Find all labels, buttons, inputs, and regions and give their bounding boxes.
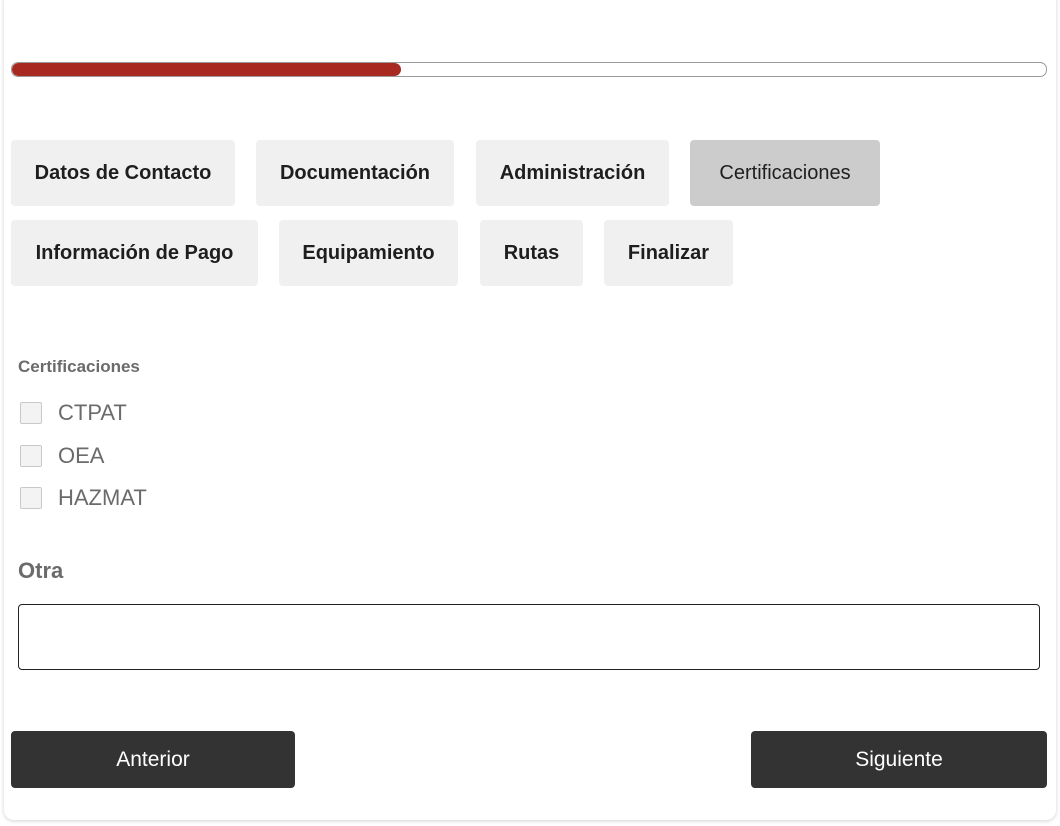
previous-button[interactable]: Anterior xyxy=(11,731,295,788)
tab-finalizar[interactable]: Finalizar xyxy=(604,220,733,286)
tab-administracion[interactable]: Administración xyxy=(476,140,669,206)
certifications-section-label: Certificaciones xyxy=(18,357,140,376)
oea-checkbox[interactable] xyxy=(20,445,42,467)
oea-label: OEA xyxy=(58,443,105,468)
tab-informacion-de-pago[interactable]: Información de Pago xyxy=(11,220,258,286)
certification-option-hazmat[interactable]: HAZMAT xyxy=(20,485,147,511)
tab-certificaciones[interactable]: Certificaciones xyxy=(690,140,880,206)
hazmat-checkbox[interactable] xyxy=(20,487,42,509)
tab-equipamiento[interactable]: Equipamiento xyxy=(279,220,458,286)
tab-rutas[interactable]: Rutas xyxy=(480,220,583,286)
progress-bar-fill xyxy=(12,63,401,76)
certification-option-oea[interactable]: OEA xyxy=(20,443,104,469)
other-certification-label: Otra xyxy=(18,558,64,583)
certification-option-ctpat[interactable]: CTPAT xyxy=(20,400,127,426)
tab-datos-de-contacto[interactable]: Datos de Contacto xyxy=(11,140,235,206)
form-card xyxy=(4,0,1056,820)
ctpat-label: CTPAT xyxy=(58,400,127,425)
hazmat-label: HAZMAT xyxy=(58,485,147,510)
progress-bar xyxy=(11,62,1047,77)
tab-documentacion[interactable]: Documentación xyxy=(256,140,454,206)
ctpat-checkbox[interactable] xyxy=(20,402,42,424)
other-certification-input[interactable] xyxy=(18,604,1040,670)
next-button[interactable]: Siguiente xyxy=(751,731,1047,788)
